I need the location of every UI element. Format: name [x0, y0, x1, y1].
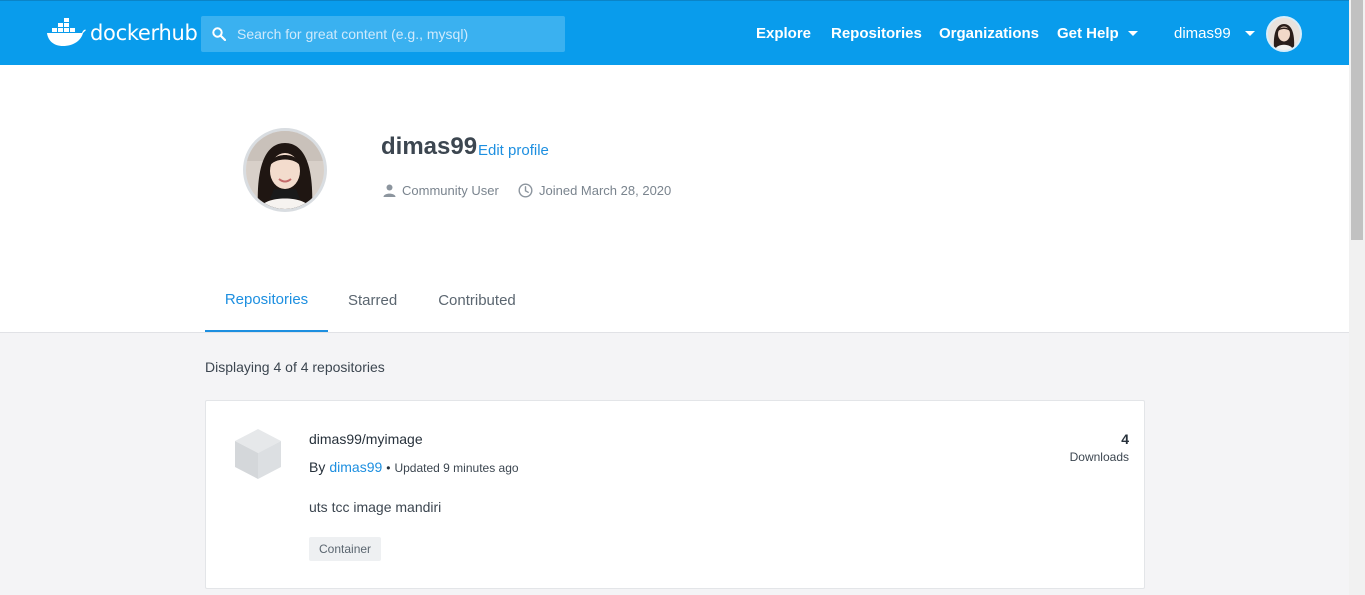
downloads-count: 4 [1121, 431, 1129, 447]
search-icon [201, 16, 237, 52]
profile-joined: Joined March 28, 2020 [518, 183, 671, 198]
nav-organizations-link[interactable]: Organizations [939, 1, 1039, 66]
repositories-panel: Displaying 4 of 4 repositories dimas99/m… [0, 333, 1349, 595]
tab-repositories[interactable]: Repositories [205, 269, 328, 332]
repository-type-badge: Container [309, 537, 382, 561]
repository-description: uts tcc image mandiri [309, 499, 442, 515]
search-bar [201, 16, 565, 52]
repository-card[interactable]: dimas99/myimage By dimas99 • Updated 9 m… [205, 400, 1145, 589]
cube-icon [232, 427, 284, 481]
clock-icon [518, 183, 533, 198]
separator-dot: • [386, 461, 391, 475]
logo-hub-text: hub [158, 21, 198, 45]
tab-starred[interactable]: Starred [348, 269, 397, 332]
user-menu-name: dimas99 [1174, 25, 1231, 42]
repository-name[interactable]: dimas99/myimage [309, 431, 423, 447]
nav-repositories-link[interactable]: Repositories [831, 1, 922, 66]
profile-avatar [243, 128, 327, 212]
scrollbar-thumb[interactable] [1351, 0, 1363, 240]
by-label: By [309, 459, 326, 475]
repository-byline: By dimas99 • Updated 9 minutes ago [309, 459, 519, 475]
logo-wordmark: dockerhub [90, 21, 198, 45]
docker-hub-logo[interactable]: dockerhub [46, 18, 198, 48]
downloads-label: Downloads [1069, 450, 1129, 464]
profile-header: dimas99 Edit profile Community User Join… [0, 65, 1349, 333]
nav-explore-link[interactable]: Explore [756, 1, 811, 66]
caret-down-icon [1127, 31, 1138, 36]
logo-docker-text: docker [90, 21, 159, 45]
docker-hub-profile-page: dockerhub Explore Repositories Organizat… [0, 0, 1365, 595]
user-menu[interactable]: dimas99 [1174, 1, 1255, 66]
profile-role: Community User [383, 183, 499, 198]
repository-updated: Updated 9 minutes ago [394, 461, 519, 475]
search-input[interactable] [237, 16, 565, 52]
repository-downloads: 4 Downloads [1070, 431, 1129, 464]
vertical-scrollbar[interactable] [1349, 0, 1365, 595]
nav-get-help-menu[interactable]: Get Help [1057, 1, 1138, 66]
profile-tabs: Repositories Starred Contributed [205, 269, 516, 333]
repository-owner-link[interactable]: dimas99 [329, 459, 382, 475]
caret-down-icon [1244, 31, 1255, 36]
top-navigation-bar: dockerhub Explore Repositories Organizat… [0, 0, 1349, 65]
repository-count: Displaying 4 of 4 repositories [205, 359, 385, 375]
tab-contributed[interactable]: Contributed [438, 269, 516, 332]
docker-whale-icon [46, 18, 86, 48]
profile-joined-text: Joined March 28, 2020 [539, 183, 672, 198]
user-icon [383, 184, 396, 197]
profile-role-text: Community User [402, 183, 499, 198]
avatar[interactable] [1266, 16, 1302, 52]
edit-profile-link[interactable]: Edit profile [478, 142, 549, 159]
profile-username: dimas99 [381, 133, 478, 160]
get-help-label: Get Help [1057, 25, 1119, 42]
